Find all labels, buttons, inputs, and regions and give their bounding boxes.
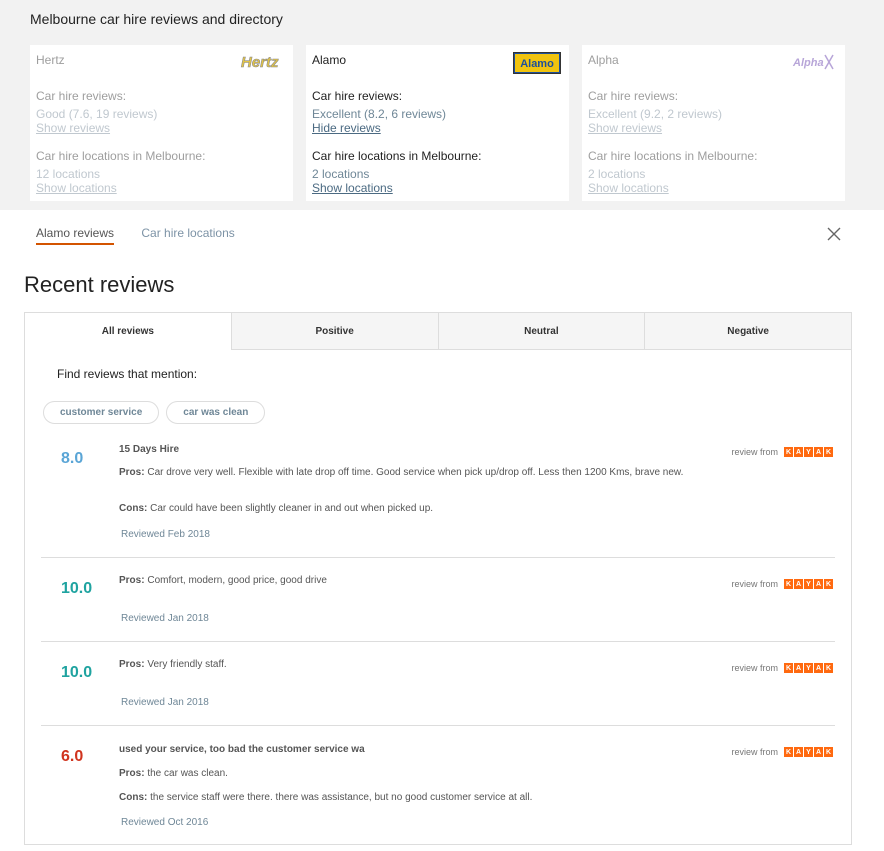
review-date: Reviewed Feb 2018 [121, 529, 210, 540]
review-source: review from KAYAK [731, 663, 833, 673]
chip-car-was-clean[interactable]: car was clean [166, 401, 266, 424]
locations-label: Car hire locations in Melbourne: [36, 149, 206, 163]
reviews-label: Car hire reviews: [588, 89, 679, 103]
locations-count: 2 locations [312, 167, 370, 181]
review-date: Reviewed Jan 2018 [121, 697, 209, 708]
review-cons: Cons: the service staff were there. ther… [119, 792, 533, 803]
show-reviews-link[interactable]: Show reviews [588, 121, 839, 135]
company-card-alamo[interactable]: Alamo Alamo Car hire reviews: Excellent … [306, 45, 569, 201]
close-icon[interactable] [826, 226, 842, 242]
companies-header: Melbourne car hire reviews and directory… [0, 0, 884, 210]
kayak-logo: KAYAK [784, 447, 833, 457]
review-score: 10.0 [61, 664, 93, 681]
review-item: 6.0 used your service, too bad the custo… [41, 726, 835, 844]
review-date: Reviewed Jan 2018 [121, 613, 209, 624]
review-cons: Cons: Car could have been slightly clean… [119, 503, 434, 514]
reviews-label: Car hire reviews: [36, 89, 127, 103]
hide-reviews-link[interactable]: Hide reviews [312, 121, 563, 135]
reviews-label: Car hire reviews: [312, 89, 403, 103]
tab-alamo-reviews[interactable]: Alamo reviews [36, 226, 115, 245]
locations-label: Car hire locations in Melbourne: [588, 149, 758, 163]
chip-customer-service[interactable]: customer service [43, 401, 160, 424]
mention-label: Find reviews that mention: [57, 367, 198, 381]
svg-text:Alamo: Alamo [520, 58, 554, 70]
alamo-logo: Alamo [513, 52, 561, 74]
review-date: Reviewed Oct 2016 [121, 817, 209, 828]
hertz-logo: Hertz [241, 54, 280, 71]
review-pros: Pros: the car was clean. [119, 768, 228, 779]
review-score: 8.0 [61, 450, 84, 467]
detail-tabs: Alamo reviews Car hire locations [36, 226, 235, 245]
tab-negative[interactable]: Negative [644, 313, 851, 350]
review-pros: Pros: Car drove very well. Flexible with… [119, 467, 684, 478]
tab-neutral[interactable]: Neutral [437, 313, 645, 350]
company-card-hertz[interactable]: Hertz Hertz Car hire reviews: Good (7.6,… [30, 45, 293, 201]
reviews-panel: All reviews Positive Neutral Negative Fi… [24, 312, 852, 845]
rating-text: Good (7.6, 19 reviews) [36, 107, 158, 121]
review-title: 15 Days Hire [119, 444, 180, 455]
tab-all-reviews[interactable]: All reviews [25, 313, 231, 350]
show-locations-link[interactable]: Show locations [588, 181, 839, 195]
company-card-alpha[interactable]: Alpha Alpha Car hire reviews: Excellent … [582, 45, 845, 201]
review-source: review from KAYAK [731, 747, 833, 757]
tab-car-hire-locations[interactable]: Car hire locations [141, 226, 234, 240]
locations-count: 2 locations [588, 167, 646, 181]
review-score: 6.0 [61, 748, 84, 765]
review-title: used your service, too bad the customer … [119, 744, 365, 755]
locations-label: Car hire locations in Melbourne: [312, 149, 482, 163]
kayak-logo: KAYAK [784, 747, 833, 757]
svg-text:Alpha: Alpha [792, 57, 824, 69]
kayak-logo: KAYAK [784, 663, 833, 673]
tab-positive[interactable]: Positive [230, 313, 438, 350]
review-source: review from KAYAK [731, 579, 833, 589]
review-item: 10.0 Pros: Very friendly staff. Reviewed… [41, 642, 835, 726]
review-pros: Pros: Very friendly staff. [119, 659, 227, 670]
review-item: 8.0 15 Days Hire Pros: Car drove very we… [41, 435, 835, 558]
svg-text:Hertz: Hertz [241, 54, 279, 71]
mention-chips: customer service car was clean [43, 401, 266, 424]
review-pros: Pros: Comfort, modern, good price, good … [119, 575, 327, 586]
rating-text: Excellent (9.2, 2 reviews) [588, 107, 723, 121]
locations-count: 12 locations [36, 167, 101, 181]
show-locations-link[interactable]: Show locations [312, 181, 563, 195]
show-reviews-link[interactable]: Show reviews [36, 121, 287, 135]
page-title: Melbourne car hire reviews and directory [30, 11, 283, 27]
review-item: 10.0 Pros: Comfort, modern, good price, … [41, 558, 835, 642]
filter-tabs: All reviews Positive Neutral Negative [25, 313, 851, 350]
review-score: 10.0 [61, 580, 93, 597]
recent-reviews-heading: Recent reviews [24, 272, 175, 297]
alpha-logo: Alpha [792, 54, 834, 70]
rating-text: Excellent (8.2, 6 reviews) [312, 107, 447, 121]
show-locations-link[interactable]: Show locations [36, 181, 287, 195]
kayak-logo: KAYAK [784, 579, 833, 589]
review-source: review from KAYAK [731, 447, 833, 457]
active-card-pointer [437, 201, 455, 210]
